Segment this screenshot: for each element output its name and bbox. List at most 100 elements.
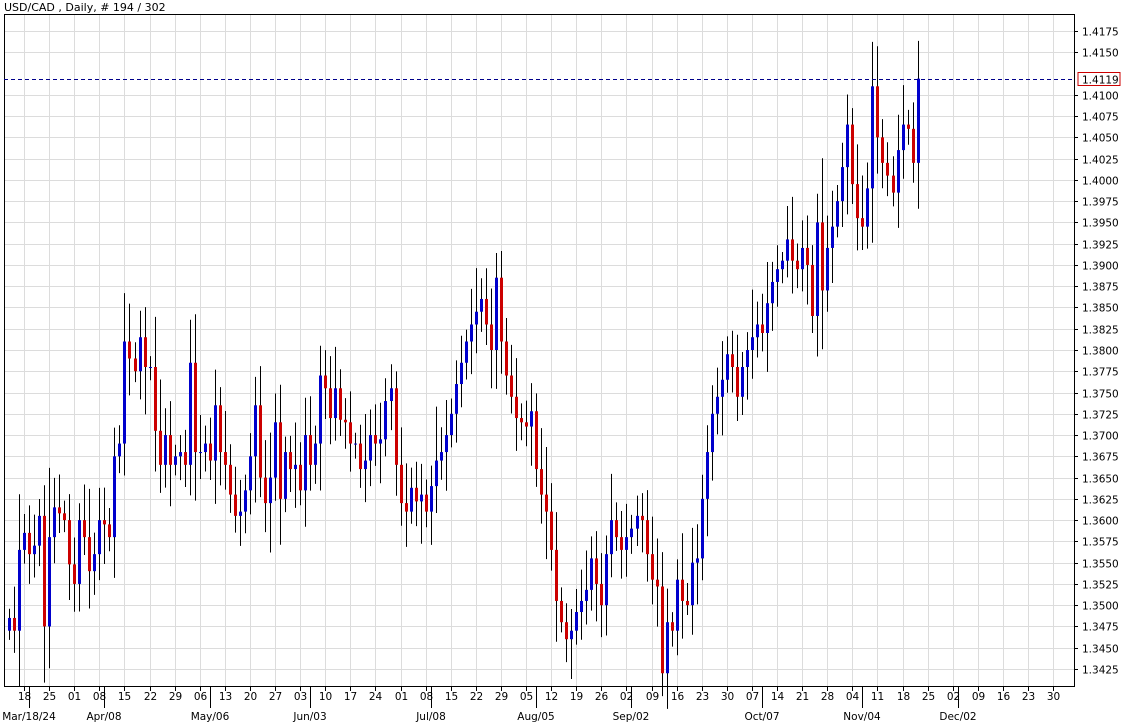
candle-body: [876, 86, 879, 138]
candle-body: [912, 128, 915, 163]
candle-body: [174, 456, 177, 465]
candle-body: [445, 435, 448, 453]
candle-body: [480, 298, 483, 312]
candle-body: [590, 558, 593, 590]
x-month-label: May/06: [191, 711, 230, 723]
candle-body: [33, 545, 36, 555]
y-tick-label: 1.4075: [1082, 112, 1119, 124]
candle-body: [535, 411, 538, 470]
candle-body: [234, 494, 237, 516]
candle-body: [68, 520, 71, 565]
candle-body: [43, 515, 46, 627]
candle-body: [209, 443, 212, 461]
candle-body: [806, 247, 809, 265]
candle-body: [415, 487, 418, 502]
candle-body: [681, 579, 684, 601]
candle-body: [711, 413, 714, 453]
candle-body: [460, 362, 463, 385]
candle-body: [771, 281, 774, 304]
candle-body: [666, 622, 669, 674]
x-month-label: Aug/05: [517, 711, 554, 723]
candle-body: [88, 537, 91, 572]
candle-body: [219, 405, 222, 453]
x-tick-label: 07: [746, 691, 759, 703]
candle-body: [8, 617, 11, 631]
candle-body: [886, 162, 889, 176]
candle-body: [144, 337, 147, 368]
candle-body: [239, 511, 242, 516]
candle-body: [495, 277, 498, 350]
x-tick-label: 30: [1047, 691, 1060, 703]
candle-body: [651, 554, 654, 580]
candle-body: [113, 456, 116, 538]
x-tick-label: 29: [495, 691, 508, 703]
candle-body: [902, 124, 905, 151]
candle-body: [545, 494, 548, 512]
candle-body: [420, 494, 423, 502]
candle-body: [701, 498, 704, 559]
candle-body: [344, 419, 347, 423]
candle-body: [741, 367, 744, 397]
candle-body: [716, 396, 719, 414]
candle-body: [73, 564, 76, 584]
candle-body: [294, 464, 297, 470]
y-tick-label: 1.3500: [1082, 601, 1119, 613]
y-tick-label: 1.3700: [1082, 431, 1119, 443]
x-tick-label: 28: [821, 691, 834, 703]
candle-body: [339, 388, 342, 420]
candle-body: [63, 513, 66, 521]
candle-body: [334, 388, 337, 419]
y-tick-label: 1.4175: [1082, 27, 1119, 39]
candle-body: [801, 247, 804, 270]
candlestick-chart[interactable]: 1.3425 1.3450 1.3475 1.3500 1.3525 1.3550 1.35…: [0, 0, 1122, 726]
candle-body: [776, 269, 779, 282]
candle-body: [510, 375, 513, 397]
candle-body: [595, 558, 598, 584]
candle-body: [766, 303, 769, 333]
y-tick-label: 1.3525: [1082, 580, 1119, 592]
chart-container: USD/CAD , Daily, # 194 / 302 1.3425 1.345…: [0, 0, 1122, 726]
candle-body: [390, 388, 393, 402]
x-month-label: Oct/07: [744, 711, 779, 723]
candle-body: [128, 341, 131, 359]
candle-body: [269, 477, 272, 504]
y-tick-label: 1.3725: [1082, 410, 1119, 422]
candle-body: [384, 401, 387, 440]
candle-body: [706, 452, 709, 499]
candle-body: [796, 260, 799, 270]
candle-body: [892, 175, 895, 193]
candle-body: [254, 405, 257, 457]
x-tick-label: 15: [445, 691, 458, 703]
y-tick-label: 1.3750: [1082, 389, 1119, 401]
x-month-label: Apr/08: [86, 711, 121, 723]
y-tick-label: 1.3900: [1082, 261, 1119, 273]
candle-body: [620, 537, 623, 550]
candle-body: [721, 379, 724, 397]
candle-body: [676, 579, 679, 631]
candle-body: [555, 549, 558, 601]
y-tick-label: 1.4150: [1082, 48, 1119, 60]
x-tick-label: 22: [470, 691, 483, 703]
candle-body: [324, 375, 327, 389]
candle-body: [379, 439, 382, 444]
candle-body: [836, 201, 839, 227]
candle-body: [369, 435, 372, 461]
x-month-label: Nov/04: [843, 711, 881, 723]
candle-body: [851, 124, 854, 185]
candle-body: [605, 554, 608, 606]
candle-body: [907, 124, 910, 129]
candle-body: [364, 460, 367, 470]
candle-body: [48, 537, 51, 627]
candle-body: [455, 384, 458, 414]
candle-body: [610, 520, 613, 555]
candle-body: [354, 443, 357, 445]
candle-body: [279, 422, 282, 499]
y-tick-label: 1.4050: [1082, 133, 1119, 145]
x-month-label: Mar/18/24: [2, 711, 56, 723]
x-tick-label: 14: [771, 691, 785, 703]
candle-body: [696, 558, 699, 563]
candle-body: [585, 589, 588, 601]
x-month-label: Dec/02: [939, 711, 976, 723]
candle-body: [641, 515, 644, 521]
candle-body: [485, 298, 488, 325]
